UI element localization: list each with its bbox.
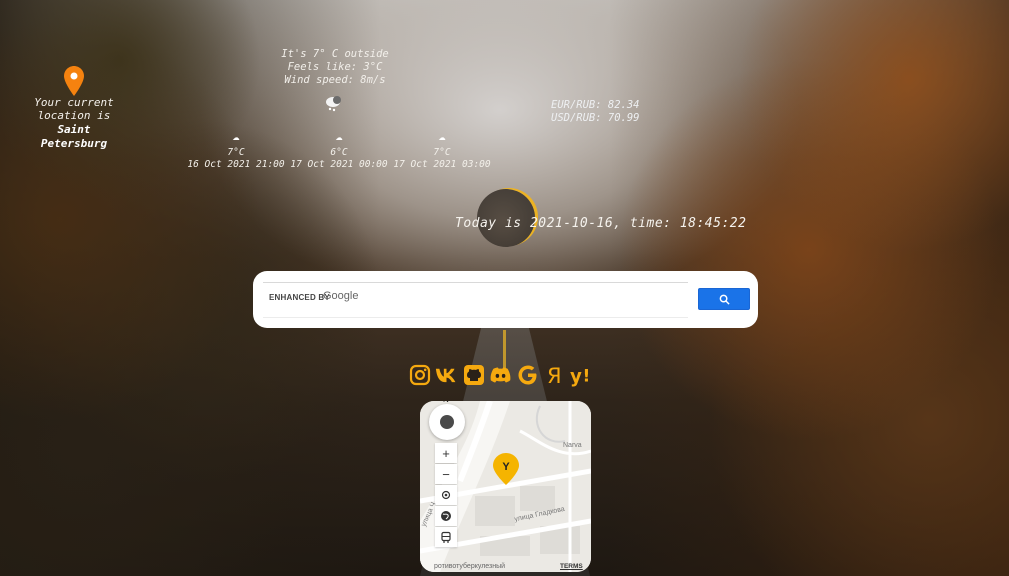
location-label-2: location is (37, 109, 111, 122)
google-icon[interactable] (516, 362, 539, 388)
location-city-2: Petersburg (40, 137, 108, 150)
forecast-item: ☁ 7°C 16 Oct 2021 21:00 (186, 130, 286, 171)
zoom-in-button[interactable]: + (435, 443, 457, 463)
wind-speed: Wind speed: 8m/s (284, 74, 386, 86)
location-city: Saint (57, 123, 91, 136)
map-copyright: ротивотуберкулезный (434, 563, 506, 570)
search-panel: ENHANCED BY Google (253, 271, 758, 328)
google-brand: Google (323, 290, 359, 302)
snow-cloud-icon (322, 95, 344, 117)
cloud-icon: ☁ (232, 129, 240, 143)
search-box[interactable]: ENHANCED BY Google (263, 282, 688, 318)
svg-text:y: y (570, 367, 582, 387)
bus-icon (441, 531, 451, 543)
forecast-temp: 6°C (330, 147, 348, 158)
search-button[interactable] (698, 288, 750, 310)
forecast-time: 17 Oct 2021 00:00 (290, 159, 388, 170)
compass-north-label: N (443, 401, 449, 404)
cloud-icon: ☁ (335, 129, 343, 143)
instagram-icon[interactable] (408, 362, 431, 388)
usd-rate: USD/RUB: 70.99 (551, 112, 640, 124)
date-time-text: Today is 2021-10-16, time: 18:45:22 (455, 216, 747, 231)
discord-icon[interactable] (489, 362, 512, 388)
locate-icon (441, 490, 451, 500)
map-marker-icon[interactable]: Y (493, 453, 519, 485)
yandex-icon[interactable]: Я (543, 362, 566, 388)
svg-text:Я: Я (547, 364, 562, 387)
forecast-temp: 7°C (227, 147, 245, 158)
search-input[interactable] (373, 289, 687, 311)
svg-text:!: ! (582, 367, 590, 387)
current-temp: It's 7° C outside (281, 48, 389, 60)
forecast-temp: 7°C (433, 147, 451, 158)
location-widget: Your current location is Saint Petersbur… (30, 66, 118, 150)
traffic-button[interactable] (435, 527, 457, 547)
map-street-label: Narva (563, 442, 582, 449)
location-label: Your current (34, 96, 114, 109)
current-weather: It's 7° C outside Feels like: 3°C Wind s… (270, 48, 400, 87)
compass-core-icon (440, 415, 454, 429)
snow-cloud-icon: ☁ (438, 129, 446, 143)
zoom-out-button[interactable]: − (435, 464, 457, 484)
map-compass[interactable]: N (429, 401, 465, 440)
forecast-item: ☁ 7°C 17 Oct 2021 03:00 (392, 130, 492, 171)
forecast-time: 16 Oct 2021 21:00 (187, 159, 285, 170)
map-terms-link[interactable]: TERMS (560, 563, 583, 570)
search-icon (719, 294, 730, 305)
vk-icon[interactable] (435, 362, 458, 388)
currency-widget: EUR/RUB: 82.34 USD/RUB: 70.99 (551, 99, 640, 125)
globe-icon (441, 511, 451, 521)
forecast-time: 17 Oct 2021 03:00 (393, 159, 491, 170)
location-pin-icon (64, 66, 84, 96)
feels-like: Feels like: 3°C (287, 61, 383, 73)
map-marker-letter: Y (502, 461, 510, 473)
github-icon[interactable] (462, 362, 485, 388)
map-widget[interactable]: N + − Narva улица Гладкова улица Ч Y рот… (420, 401, 591, 572)
eur-rate: EUR/RUB: 82.34 (551, 99, 640, 111)
forecast-item: ☁ 6°C 17 Oct 2021 00:00 (289, 130, 389, 171)
social-links: Я y ! (408, 362, 593, 388)
geolocation-button[interactable] (435, 485, 457, 505)
search-enhanced-label: ENHANCED BY (269, 293, 330, 302)
yandex-q-icon[interactable]: y ! (570, 362, 593, 388)
layers-button[interactable] (435, 506, 457, 526)
